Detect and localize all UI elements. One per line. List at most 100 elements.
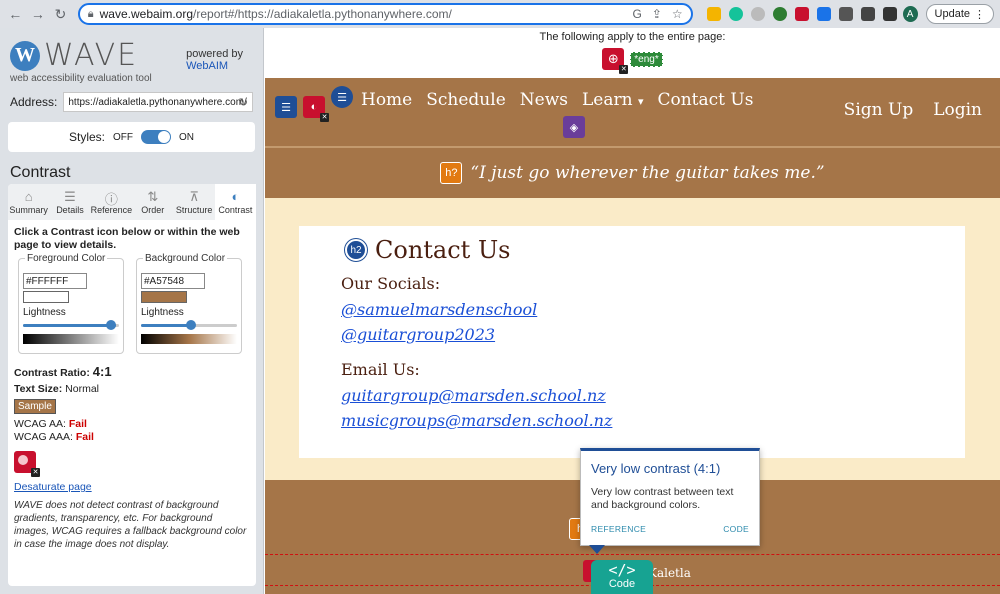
ratio-label: Contrast Ratio: xyxy=(14,367,90,379)
dropdown-caret-icon: ▾ xyxy=(637,95,644,108)
section-title: Contrast xyxy=(10,164,71,181)
footer-text: Kaletla xyxy=(648,566,691,580)
site-nav: ☰ ◐ ✕ ☰ Home Schedule News Learn ▾ Contac… xyxy=(275,82,753,122)
nav-link-news[interactable]: News xyxy=(520,90,568,110)
address-row: Address: https://adiakaletla.pythonanywh… xyxy=(0,88,263,112)
social-link[interactable]: @guitargroup2023 xyxy=(341,325,495,344)
tab-reference[interactable]: ⓘ Reference xyxy=(91,184,133,220)
foreground-swatch xyxy=(23,291,69,303)
tab-details[interactable]: ☰ Details xyxy=(49,184,90,220)
extension-icon[interactable] xyxy=(816,7,831,21)
site-header: ☰ ◐ ✕ ☰ Home Schedule News Learn ▾ Contac… xyxy=(265,78,1000,146)
tooltip-reference-link[interactable]: REFERENCE xyxy=(591,524,646,534)
lock-icon: 🔒︎ xyxy=(87,7,94,20)
profile-avatar[interactable]: A xyxy=(902,6,918,22)
media-icon[interactable] xyxy=(860,7,875,21)
bookmark-star-icon[interactable]: ☆ xyxy=(672,7,683,21)
webaim-link[interactable]: WebAIM xyxy=(186,60,228,72)
tab-order[interactable]: ⇅ Order xyxy=(132,184,173,220)
background-lightness-slider[interactable] xyxy=(141,320,237,330)
background-hex-input[interactable]: #A57548 xyxy=(141,273,205,289)
nav-link-learn[interactable]: Learn ▾ xyxy=(582,90,644,110)
forward-icon[interactable]: → xyxy=(29,4,48,24)
color-pickers: Foreground Color #FFFFFF Lightness Backg… xyxy=(8,252,256,354)
foreground-gradient xyxy=(23,334,119,344)
contact-card: h2 Contact Us Our Socials: @samuelmarsde… xyxy=(299,226,965,458)
contact-heading-row: h2 Contact Us xyxy=(345,236,510,264)
drive-extension-icon[interactable] xyxy=(706,7,721,21)
focus-outline xyxy=(265,554,1000,555)
extension-icon[interactable] xyxy=(750,7,765,21)
contrast-icon: ◐ xyxy=(231,189,240,204)
header-region-icon[interactable]: ☰ xyxy=(275,96,297,118)
styles-label: Styles: xyxy=(68,130,105,144)
contrast-panel: ⌂ Summary ☰ Details ⓘ Reference ⇅ Order ⊼ Str… xyxy=(8,184,257,586)
slider-handle[interactable] xyxy=(185,320,196,330)
contact-heading: Contact Us xyxy=(375,236,511,264)
h2-structure-icon[interactable]: h2 xyxy=(345,239,367,261)
nav-link-contact[interactable]: Contact Us xyxy=(657,90,753,110)
contrast-ratio: Contrast Ratio: 4:1 xyxy=(8,354,256,379)
email-link[interactable]: musicgroups@marsden.school.nz xyxy=(341,411,612,430)
list-icon: ☰ xyxy=(64,189,76,204)
share-icon[interactable]: ⇪ xyxy=(652,7,662,21)
styles-off-label: OFF xyxy=(113,131,133,143)
nav-link-home[interactable]: Home xyxy=(361,90,412,110)
kebab-icon: ⋮ xyxy=(974,8,986,21)
wcag-aa: WCAG AA: Fail xyxy=(8,414,256,430)
back-icon[interactable]: ← xyxy=(6,4,25,24)
sidepanel-icon[interactable] xyxy=(882,7,897,21)
styles-toggle[interactable] xyxy=(141,130,171,144)
tab-summary[interactable]: ⌂ Summary xyxy=(8,184,49,220)
wave-wordmark: WAVE xyxy=(44,38,139,73)
google-icon[interactable]: G xyxy=(632,7,641,21)
structure-alert-icon[interactable]: ◈ xyxy=(563,116,585,138)
aaa-label: WCAG AAA: xyxy=(14,431,73,443)
wave-header: W WAVE web accessibility evaluation tool… xyxy=(0,28,263,88)
contrast-error-icon[interactable]: ◐ ✕ xyxy=(303,96,329,122)
nav-link-schedule[interactable]: Schedule xyxy=(426,90,506,110)
background-legend: Background Color xyxy=(143,253,228,264)
wave-extension-icon[interactable] xyxy=(794,7,809,21)
foreground-legend: Foreground Color xyxy=(25,253,108,264)
tab-contrast[interactable]: ◐ Contrast xyxy=(214,184,257,220)
grammarly-extension-icon[interactable] xyxy=(728,7,743,21)
foreground-lightness-slider[interactable] xyxy=(23,320,119,330)
desaturate-link[interactable]: Desaturate page xyxy=(14,481,256,493)
tab-label: Reference xyxy=(90,205,133,215)
tab-label: Contrast xyxy=(218,205,253,215)
language-tag[interactable]: *eng* xyxy=(630,51,663,67)
login-link[interactable]: Login xyxy=(933,100,982,120)
tab-label: Summary xyxy=(9,205,48,215)
slider-handle[interactable] xyxy=(106,320,117,330)
styles-on-label: ON xyxy=(179,131,194,143)
url-host: wave.webaim.org xyxy=(99,7,194,21)
language-error-icon[interactable]: ⊕ ✕ xyxy=(602,48,629,74)
browser-toolbar: ← → ↻ 🔒︎ wave.webaim.org /report#/https:… xyxy=(0,0,1000,28)
code-button[interactable]: </> Code xyxy=(591,560,653,594)
tab-structure[interactable]: ⊼ Structure xyxy=(173,184,214,220)
contrast-note: WAVE does not detect contrast of backgro… xyxy=(14,500,247,550)
foreground-hex-input[interactable]: #FFFFFF xyxy=(23,273,87,289)
quote-banner: h? “I just go wherever the guitar takes … xyxy=(265,146,1000,198)
list-icon[interactable]: ☰ xyxy=(331,86,353,108)
social-link[interactable]: @samuelmarsdenschool xyxy=(341,300,537,319)
puzzle-icon[interactable] xyxy=(838,7,853,21)
email-link[interactable]: guitargroup@marsden.school.nz xyxy=(341,386,606,405)
background-color-box: Background Color #A57548 Lightness xyxy=(136,253,242,354)
structure-icon: ⊼ xyxy=(189,189,199,204)
code-icon: </> xyxy=(608,561,636,579)
sign-up-link[interactable]: Sign Up xyxy=(844,100,914,120)
address-input[interactable]: https://adiakaletla.pythonanywhere.com/ … xyxy=(63,92,253,112)
heading-alert-icon[interactable]: h? xyxy=(440,162,463,184)
update-button[interactable]: Update ⋮ xyxy=(925,4,995,24)
tooltip-body: Very low contrast between text and backg… xyxy=(591,486,734,511)
extension-icon[interactable] xyxy=(772,7,787,21)
contrast-error-icon[interactable]: ✕ xyxy=(14,451,40,477)
tooltip-code-link[interactable]: CODE xyxy=(723,524,749,534)
aaa-result: Fail xyxy=(75,431,94,443)
background-lightness-label: Lightness xyxy=(141,307,184,318)
refresh-icon[interactable]: ↻ xyxy=(239,96,248,109)
address-bar[interactable]: 🔒︎ wave.webaim.org /report#/https://adia… xyxy=(77,3,693,25)
reload-icon[interactable]: ↻ xyxy=(51,4,70,24)
